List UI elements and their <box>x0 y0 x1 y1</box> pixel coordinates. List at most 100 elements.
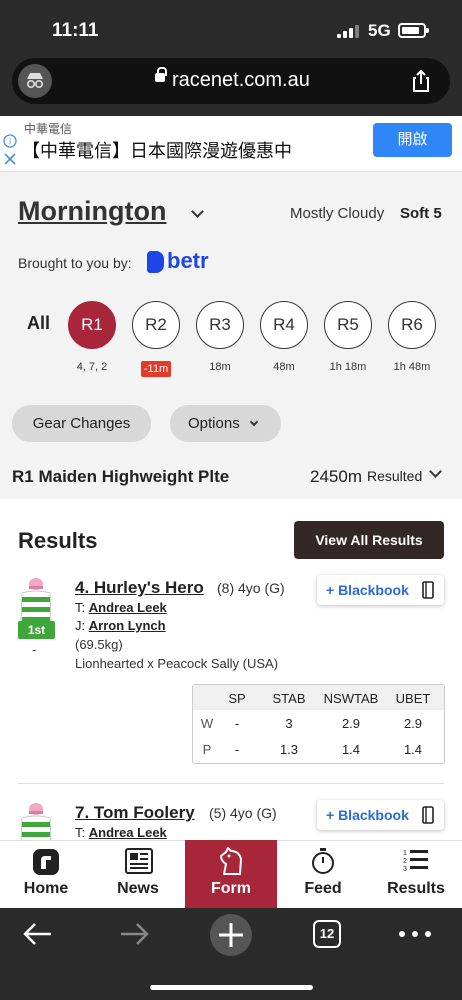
odds-cell[interactable]: 1.3 <box>265 742 313 757</box>
runner-breeding: Lionhearted x Peacock Sally (USA) <box>75 656 279 671</box>
race-button-r3[interactable]: R3 <box>196 301 244 349</box>
notebook-icon <box>422 581 434 599</box>
runner-name[interactable]: 4. Hurley's Hero <box>75 578 204 598</box>
stopwatch-icon <box>312 848 334 874</box>
tab-label: Feed <box>304 880 342 897</box>
odds-col-stab: STAB <box>272 691 306 706</box>
network-label: 5G <box>368 21 391 40</box>
tab-feed[interactable]: Feed <box>277 840 369 908</box>
races-all[interactable]: All <box>27 313 50 334</box>
runner-trainer[interactable]: T: Andrea Leek <box>75 600 167 615</box>
new-tab-plus-icon[interactable] <box>209 913 253 957</box>
race-button-r2[interactable]: R2 <box>132 301 180 349</box>
address-bar[interactable]: racenet.com.au <box>12 58 450 104</box>
runner-meta: (5) 4yo (G) <box>209 805 277 821</box>
blackbook-label: + Blackbook <box>326 807 409 823</box>
race-button-r4[interactable]: R4 <box>260 301 308 349</box>
battery-icon <box>398 23 429 38</box>
odds-cell: - <box>234 742 240 757</box>
svg-text:2: 2 <box>403 858 407 865</box>
race-sub-r6: 1h 48m <box>393 361 431 373</box>
odds-col-sp: SP <box>228 691 246 706</box>
back-arrow-icon[interactable] <box>22 920 54 948</box>
tab-label: Results <box>387 880 445 897</box>
place-badge: 1st <box>18 621 55 639</box>
race-sub-r1: 4, 7, 2 <box>76 361 108 373</box>
list-icon: 123 <box>403 850 428 873</box>
race-sub-r3: 18m <box>209 361 231 373</box>
racenet-logo-icon <box>33 849 59 875</box>
odds-table: SP STAB NSWTAB UBET W - 3 2.9 2.9 P - 1.… <box>192 684 445 764</box>
sponsor-name[interactable]: betr <box>167 248 209 274</box>
runner-meta: (8) 4yo (G) <box>217 580 285 596</box>
odds-cell[interactable]: 2.9 <box>389 716 437 731</box>
venue-title[interactable]: Mornington <box>18 196 166 227</box>
results-heading: Results <box>18 528 98 553</box>
odds-cell[interactable]: 3 <box>265 716 313 731</box>
ad-info-icon[interactable]: i <box>2 134 18 173</box>
runner-dash: - <box>32 642 37 657</box>
track-condition: Soft 5 <box>400 205 442 222</box>
url-text[interactable]: racenet.com.au <box>172 69 310 92</box>
odds-row-label: P <box>202 742 212 757</box>
betr-logo-icon[interactable] <box>147 251 164 273</box>
odds-cell[interactable]: 1.4 <box>389 742 437 757</box>
blackbook-label: + Blackbook <box>326 582 409 598</box>
tab-label: Home <box>23 880 69 897</box>
ad-open-button[interactable]: 開啟 <box>373 123 452 157</box>
ad-text[interactable]: 【中華電信】日本國際漫遊優惠中 <box>22 137 292 163</box>
incognito-icon[interactable] <box>18 64 52 98</box>
status-time: 11:11 <box>52 20 99 41</box>
blackbook-button[interactable]: + Blackbook <box>317 575 444 605</box>
runner-weight: (69.5kg) <box>75 637 123 652</box>
weather-text: Mostly Cloudy <box>290 205 385 222</box>
jockey-silks-icon <box>17 577 55 623</box>
odds-col-nswtab: NSWTAB <box>323 691 379 706</box>
race-sub-r5: 1h 18m <box>329 361 367 373</box>
sponsor-label: Brought to you by: <box>18 255 132 271</box>
race-distance: 2450m <box>310 467 362 486</box>
view-all-results-button[interactable]: View All Results <box>294 521 444 559</box>
runner-jockey[interactable]: J: Arron Lynch <box>75 618 166 633</box>
runner-trainer[interactable]: T: Andrea Leek <box>75 825 167 840</box>
svg-text:1: 1 <box>403 850 407 857</box>
race-button-r6[interactable]: R6 <box>388 301 436 349</box>
race-sub-r2: -11m <box>141 361 171 377</box>
gear-changes-button[interactable]: Gear Changes <box>12 405 151 442</box>
screen: 11:11 5G racenet.com.au i 中華電信 【中華電信】日本國… <box>0 0 462 1000</box>
odds-col-ubet: UBET <box>395 691 431 706</box>
options-button[interactable]: Options <box>170 405 281 442</box>
svg-text:i: i <box>9 137 11 147</box>
race-button-r1[interactable]: R1 <box>68 301 116 349</box>
notebook-icon <box>422 806 434 824</box>
tab-label: News <box>117 880 159 897</box>
race-sub-r4: 48m <box>273 361 295 373</box>
runner-name[interactable]: 7. Tom Foolery <box>75 803 195 823</box>
forward-arrow-icon[interactable] <box>118 920 150 948</box>
odds-row-label: W <box>200 716 214 731</box>
divider <box>18 783 444 784</box>
newspaper-icon <box>125 848 153 874</box>
more-dots-icon[interactable] <box>398 930 432 938</box>
options-label: Options <box>188 415 240 432</box>
odds-cell[interactable]: 2.9 <box>323 716 379 731</box>
home-indicator <box>150 985 313 990</box>
blackbook-button[interactable]: + Blackbook <box>317 800 444 830</box>
lock-icon <box>155 67 167 82</box>
signal-icon <box>337 25 361 38</box>
tab-news[interactable]: News <box>92 840 184 908</box>
tab-switcher[interactable]: 12 <box>313 920 341 948</box>
tab-label: Form <box>211 880 251 897</box>
ad-brand: 中華電信 <box>24 122 73 136</box>
odds-cell[interactable]: 1.4 <box>323 742 379 757</box>
jockey-silks-icon <box>17 802 55 840</box>
odds-cell: - <box>234 716 240 731</box>
tab-form[interactable]: Form <box>185 840 277 908</box>
svg-text:3: 3 <box>403 866 407 873</box>
race-button-r5[interactable]: R5 <box>324 301 372 349</box>
race-status: Resulted <box>367 468 423 484</box>
tab-results[interactable]: 123 Results <box>370 840 462 908</box>
tab-home[interactable]: Home <box>0 840 92 908</box>
horse-head-icon <box>220 847 242 875</box>
share-icon[interactable] <box>408 68 434 94</box>
